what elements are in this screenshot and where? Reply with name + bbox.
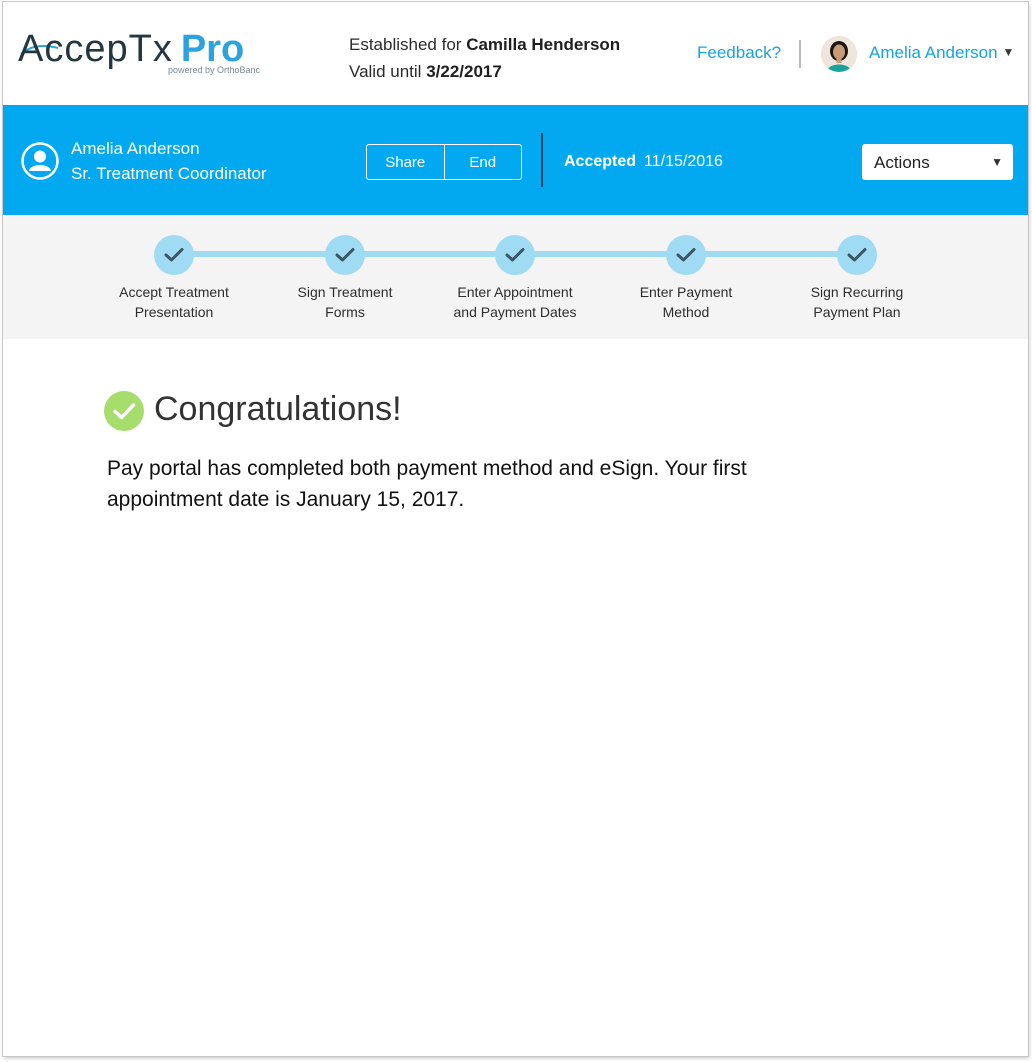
valid-date: 3/22/2017 xyxy=(426,62,502,81)
patient-name: Camilla Henderson xyxy=(466,35,621,54)
bar-divider xyxy=(541,133,543,187)
share-end-group: Share End xyxy=(366,144,522,180)
coordinator-name: Amelia Anderson xyxy=(71,139,200,158)
established-label: Established for xyxy=(349,35,462,54)
logo-wordmark: AccepTx Pro xyxy=(18,28,244,70)
user-name: Amelia Anderson xyxy=(869,43,998,62)
step-label: Sign Recurring Payment Plan xyxy=(810,284,904,320)
actions-dropdown[interactable]: Actions ▼ xyxy=(862,144,1013,180)
status-accepted: Accepted 11/15/2016 xyxy=(564,153,723,171)
user-icon xyxy=(21,142,59,180)
step-label: Enter Payment Method xyxy=(639,284,733,320)
status-date: 11/15/2016 xyxy=(644,153,723,170)
share-button[interactable]: Share xyxy=(367,145,444,179)
avatar-image xyxy=(821,36,857,72)
check-icon xyxy=(847,248,867,262)
end-button[interactable]: End xyxy=(443,145,522,179)
check-icon xyxy=(164,248,184,262)
coordinator-bar: Amelia Anderson Sr. Treatment Coordinato… xyxy=(3,105,1028,215)
step-label: Enter Appointment and Payment Dates xyxy=(453,284,577,320)
app-window: AccepTx Pro powered by OrthoBanc Establis… xyxy=(3,2,1028,1056)
step-complete-marker xyxy=(325,235,365,275)
app-logo[interactable]: AccepTx Pro powered by OrthoBanc xyxy=(18,28,278,78)
step-complete-marker xyxy=(837,235,877,275)
avatar[interactable] xyxy=(821,36,857,72)
congrats-heading: Congratulations! xyxy=(154,390,402,428)
progress-stepper: Accept Treatment Presentation Sign Treatm… xyxy=(3,215,1028,339)
valid-label: Valid until xyxy=(349,62,422,81)
check-circle-icon xyxy=(104,391,144,431)
logo-pro: Pro xyxy=(180,28,245,70)
chevron-down-icon: ▼ xyxy=(1002,45,1015,59)
plan-info: Established for Camilla Henderson Valid … xyxy=(349,31,620,85)
actions-label: Actions xyxy=(874,153,930,172)
step-label: Accept Treatment Presentation xyxy=(119,284,229,320)
coordinator-title: Sr. Treatment Coordinator xyxy=(71,164,267,183)
step-complete-marker xyxy=(154,235,194,275)
logo-subtitle: powered by OrthoBanc xyxy=(168,65,261,75)
user-menu[interactable]: Amelia Anderson ▼ xyxy=(869,43,1014,63)
step-label: Sign Treatment Forms xyxy=(297,284,393,320)
check-icon xyxy=(505,248,525,262)
step-complete-marker xyxy=(495,235,535,275)
status-label: Accepted xyxy=(564,153,637,170)
top-header: AccepTx Pro powered by OrthoBanc Establis… xyxy=(3,2,1028,105)
header-divider xyxy=(799,40,801,68)
check-icon xyxy=(335,248,355,262)
step-complete-marker xyxy=(666,235,706,275)
chevron-down-icon: ▼ xyxy=(991,155,1003,169)
congrats-message: Pay portal has completed both payment me… xyxy=(107,457,747,511)
check-icon xyxy=(676,248,696,262)
logo-text: AccepTx xyxy=(18,28,173,70)
feedback-link[interactable]: Feedback? xyxy=(697,43,781,63)
